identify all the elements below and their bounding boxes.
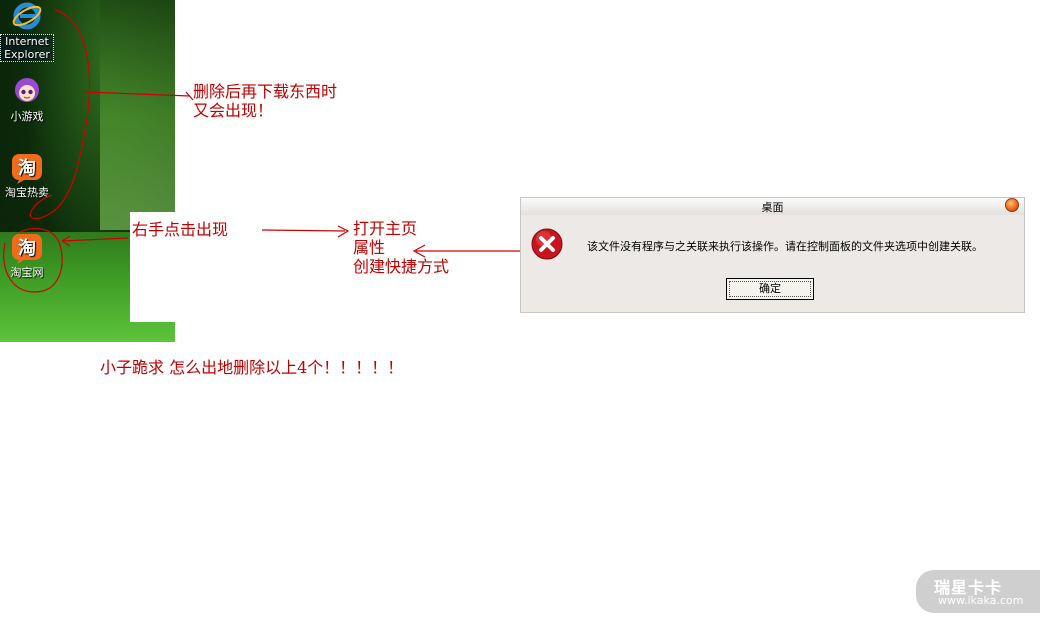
desktop-icon-internet-explorer[interactable]: Internet Explorer [0,0,54,62]
desktop-icon-mini-games[interactable]: 小游戏 [0,76,54,123]
annotation-delete-line1: 删除后再下载东西时 [193,82,338,101]
desktop-icon-label: Internet Explorer [0,34,54,62]
watermark-url: www.ikaka.com [938,594,1024,607]
desktop-icon-taobao-hot[interactable]: 淘 淘宝热卖 [0,152,54,199]
taobao-icon: 淘 [11,232,43,264]
dialog-message: 该文件没有程序与之关联来执行该操作。请在控制面板的文件夹选项中创建关联。 [587,240,983,253]
annotation-menu-item-properties: 属性 [353,238,386,257]
annotation-delete-note: 删除后再下载东西时 又会出现！ [193,82,337,120]
desktop-icon-label-line2: Explorer [4,48,50,61]
desktop-icon-label: 淘宝热卖 [5,186,49,199]
game-icon [11,76,43,108]
annotation-question: 小子跪求 怎么出地删除以上4个！！！！！ [100,358,404,377]
desktop-icon-taobao[interactable]: 淘 淘宝网 [0,232,54,279]
desktop-icon-label: 淘宝网 [10,266,44,279]
annotation-menu-item-open-homepage: 打开主页 [353,219,418,238]
error-dialog: 桌面 该文件没有程序与之关联来执行该操作。请在控制面板的文件夹选项中创建关联。 … [520,197,1025,313]
svg-text:淘: 淘 [18,157,36,179]
svg-text:淘: 淘 [18,237,36,259]
close-icon[interactable] [1005,198,1019,212]
taobao-hot-icon: 淘 [11,152,43,184]
annotation-right-click: 右手点击出现 [132,220,229,239]
watermark-logo: 瑞星卡卡 www.ikaka.com [916,570,1040,613]
annotation-delete-line2: 又会出现！ [193,101,274,120]
annotation-menu-items: 打开主页 属性 创建快捷方式 [353,219,449,276]
error-icon [531,228,563,260]
ok-button[interactable]: 确定 [726,278,814,300]
ie-icon [11,0,43,32]
desktop-icon-label: 小游戏 [10,110,44,123]
dialog-title: 桌面 [761,201,784,214]
dialog-titlebar[interactable]: 桌面 [521,198,1024,215]
desktop-icon-label-line1: Internet [5,35,49,48]
desktop-sky [100,0,175,230]
annotation-menu-item-create-shortcut: 创建快捷方式 [353,257,450,276]
